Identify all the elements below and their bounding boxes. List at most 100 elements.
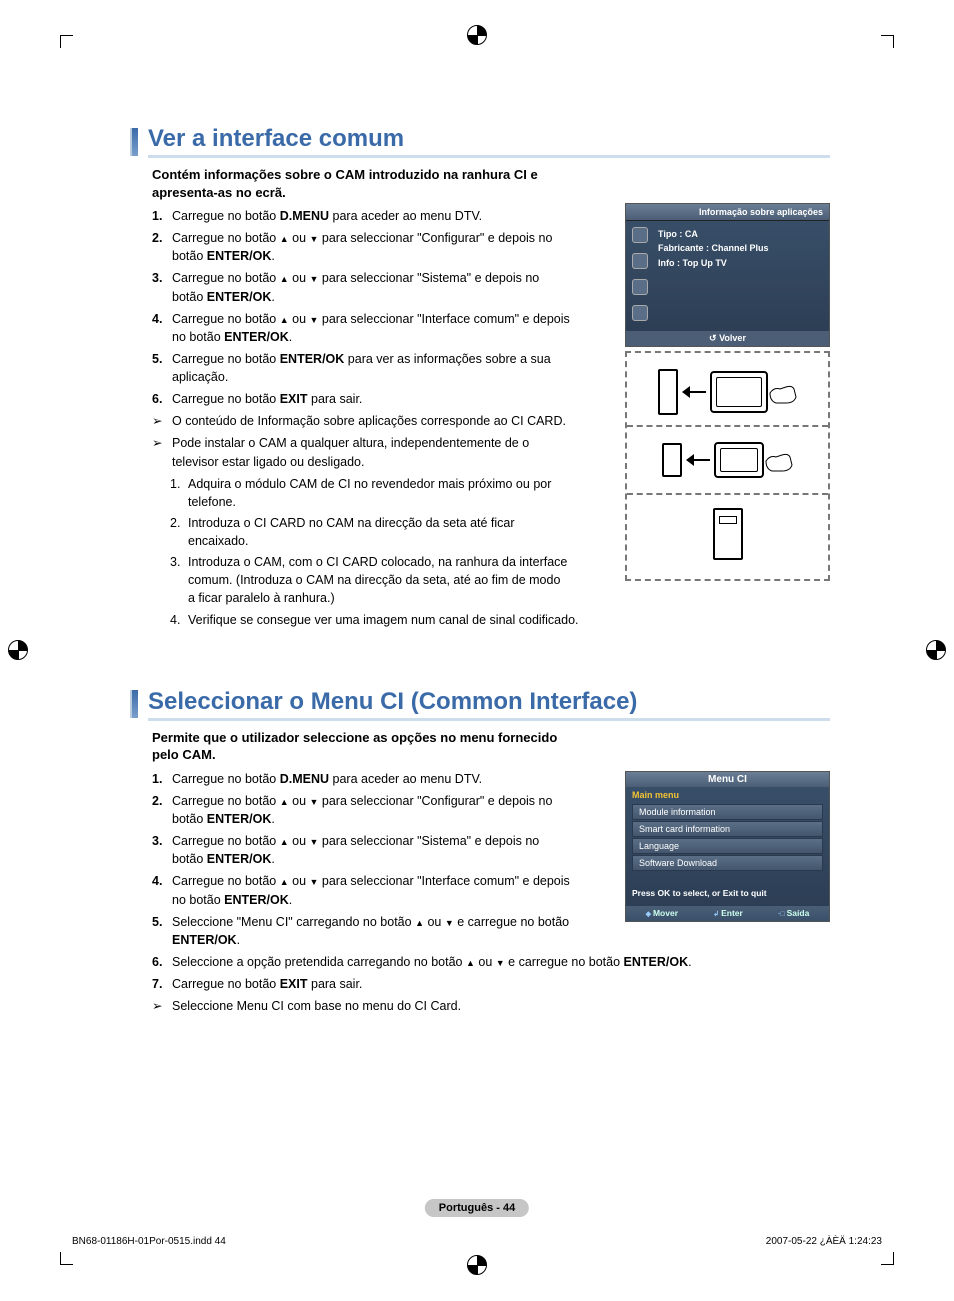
substep-text: Verifique se consegue ver uma imagem num… [188,611,579,629]
page-frame: Ver a interface comum Contém informações… [60,35,894,1265]
section1-title: Ver a interface comum [148,125,830,158]
footer-timestamp: 2007-05-22 ¿ÀÈÄ 1:24:23 [766,1236,882,1247]
substep-text: Adquira o módulo CAM de CI no revendedor… [188,475,570,511]
illustration-row [627,495,828,573]
section-heading: Seleccionar o Menu CI (Common Interface) [130,688,830,721]
osd-globe-icon [632,227,648,243]
list-item: 3.Carregue no botão ou para seleccionar … [152,832,572,868]
ci-card-icon [658,369,678,415]
ci-card-illustration [625,351,830,581]
illustration-row [627,427,828,495]
list-item: 7.Carregue no botão EXIT para sair. [152,975,792,993]
step-text: Carregue no botão EXIT para sair. [172,392,362,406]
hand-icon [764,447,794,473]
footer-filename: BN68-01186H-01Por-0515.indd 44 [72,1236,226,1247]
step-text: Carregue no botão ou para seleccionar "C… [172,794,552,826]
arrow-left-icon [686,456,710,464]
step-text: Carregue no botão ou para seleccionar "S… [172,271,539,303]
osd-info-text: Tipo : CA Fabricante : Channel Plus Info… [654,221,773,331]
tv-side-icon [713,508,743,560]
arrow-left-icon [682,388,706,396]
step-text: Seleccione "Menu CI" carregando no botão… [172,915,569,947]
osd-footer: Volver [626,331,829,346]
menu-item: Software Download [632,855,823,871]
osd-icon [632,305,648,321]
step-text: Carregue no botão D.MENU para aceder ao … [172,772,482,786]
list-item: 6.Seleccione a opção pretendida carregan… [152,953,792,971]
osd-hint: Press OK to select, or Exit to quit [626,882,829,900]
crop-mark [881,1252,894,1265]
menu-item: Module information [632,804,823,820]
note-arrow-icon: ➢ [152,997,172,1015]
step-text: Carregue no botão ENTER/OK para ver as i… [172,352,551,384]
osd-title: Menu CI [626,772,829,787]
list-item: 5.Seleccione "Menu CI" carregando no bot… [152,913,572,949]
list-item: 4.Carregue no botão ou para seleccionar … [152,872,572,908]
osd-line: Tipo : CA [658,227,769,241]
registration-mark-icon [467,1255,487,1275]
heading-bar-icon [130,128,138,156]
step-text: Seleccione a opção pretendida carregando… [172,955,692,969]
list-item: 2.Introduza o CI CARD no CAM na direcção… [170,514,570,550]
list-item: 1.Adquira o módulo CAM de CI no revended… [170,475,570,511]
content-area: Ver a interface comum Contém informações… [130,125,830,1019]
list-item: 2.Carregue no botão ou para seleccionar … [152,229,572,265]
osd-title: Informação sobre aplicações [626,204,829,221]
note-arrow-icon: ➢ [152,412,172,430]
step-text: Carregue no botão D.MENU para aceder ao … [172,209,482,223]
step-text: Carregue no botão EXIT para sair. [172,977,362,991]
footer-exit: Saída [778,908,809,918]
substep-text: Introduza o CI CARD no CAM na direcção d… [188,514,570,550]
osd-menu-ci: Menu CI Main menu Module information Sma… [625,771,830,922]
step-text: Carregue no botão ou para seleccionar "I… [172,874,570,906]
footer-enter: Enter [713,908,743,918]
osd-subtitle: Main menu [626,787,829,803]
tv-icon [714,442,764,478]
list-item: 5.Carregue no botão ENTER/OK para ver as… [152,350,572,386]
note-item: ➢ Seleccione Menu CI com base no menu do… [152,997,792,1015]
menu-item: Smart card information [632,821,823,837]
footer-meta: BN68-01186H-01Por-0515.indd 44 2007-05-2… [72,1236,882,1247]
registration-mark-icon [8,640,28,660]
page-number-badge: Português - 44 [425,1199,529,1217]
note-text: O conteúdo de Informação sobre aplicaçõe… [172,412,566,430]
note-item: ➢ O conteúdo de Informação sobre aplicaç… [152,412,572,430]
step-text: Carregue no botão ou para seleccionar "I… [172,312,570,344]
osd-icon [632,253,648,269]
note-item: ➢ Pode instalar o CAM a qualquer altura,… [152,434,572,470]
list-item: 3.Carregue no botão ou para seleccionar … [152,269,572,305]
list-item: 4.Carregue no botão ou para seleccionar … [152,310,572,346]
osd-body: Tipo : CA Fabricante : Channel Plus Info… [626,221,829,331]
osd-box: Informação sobre aplicações Tipo : CA Fa… [625,203,830,347]
step-text: Carregue no botão ou para seleccionar "C… [172,231,552,263]
footer-move: Mover [646,908,678,918]
note-arrow-icon: ➢ [152,434,172,470]
osd-footer: Mover Enter Saída [626,906,829,921]
substep-text: Introduza o CAM, com o CI CARD colocado,… [188,553,570,607]
step-text: Carregue no botão ou para seleccionar "S… [172,834,539,866]
section-heading: Ver a interface comum [130,125,830,158]
heading-bar-icon [130,690,138,718]
tv-icon [710,371,768,413]
osd-icon-column [626,221,654,331]
crop-mark [60,1252,73,1265]
section2-title: Seleccionar o Menu CI (Common Interface) [148,688,830,721]
crop-mark [60,35,73,48]
list-item: 4.Verifique se consegue ver uma imagem n… [170,611,690,629]
osd-gear-icon [632,279,648,295]
osd-box: Menu CI Main menu Module information Sma… [625,771,830,922]
illustration-row [627,359,828,427]
section1-intro: Contém informações sobre o CAM introduzi… [152,166,572,201]
list-item: 1.Carregue no botão D.MENU para aceder a… [152,770,572,788]
list-item: 1.Carregue no botão D.MENU para aceder a… [152,207,572,225]
osd-application-info: Informação sobre aplicações Tipo : CA Fa… [625,203,830,581]
list-item: 2.Carregue no botão ou para seleccionar … [152,792,572,828]
note-text: Pode instalar o CAM a qualquer altura, i… [172,434,572,470]
crop-mark [881,35,894,48]
section1-steps: 1.Carregue no botão D.MENU para aceder a… [152,207,572,471]
section2-intro: Permite que o utilizador seleccione as o… [152,729,572,764]
registration-mark-icon [926,640,946,660]
cam-icon [662,443,682,477]
osd-line: Info : Top Up TV [658,256,769,270]
list-item: 3.Introduza o CAM, com o CI CARD colocad… [170,553,570,607]
